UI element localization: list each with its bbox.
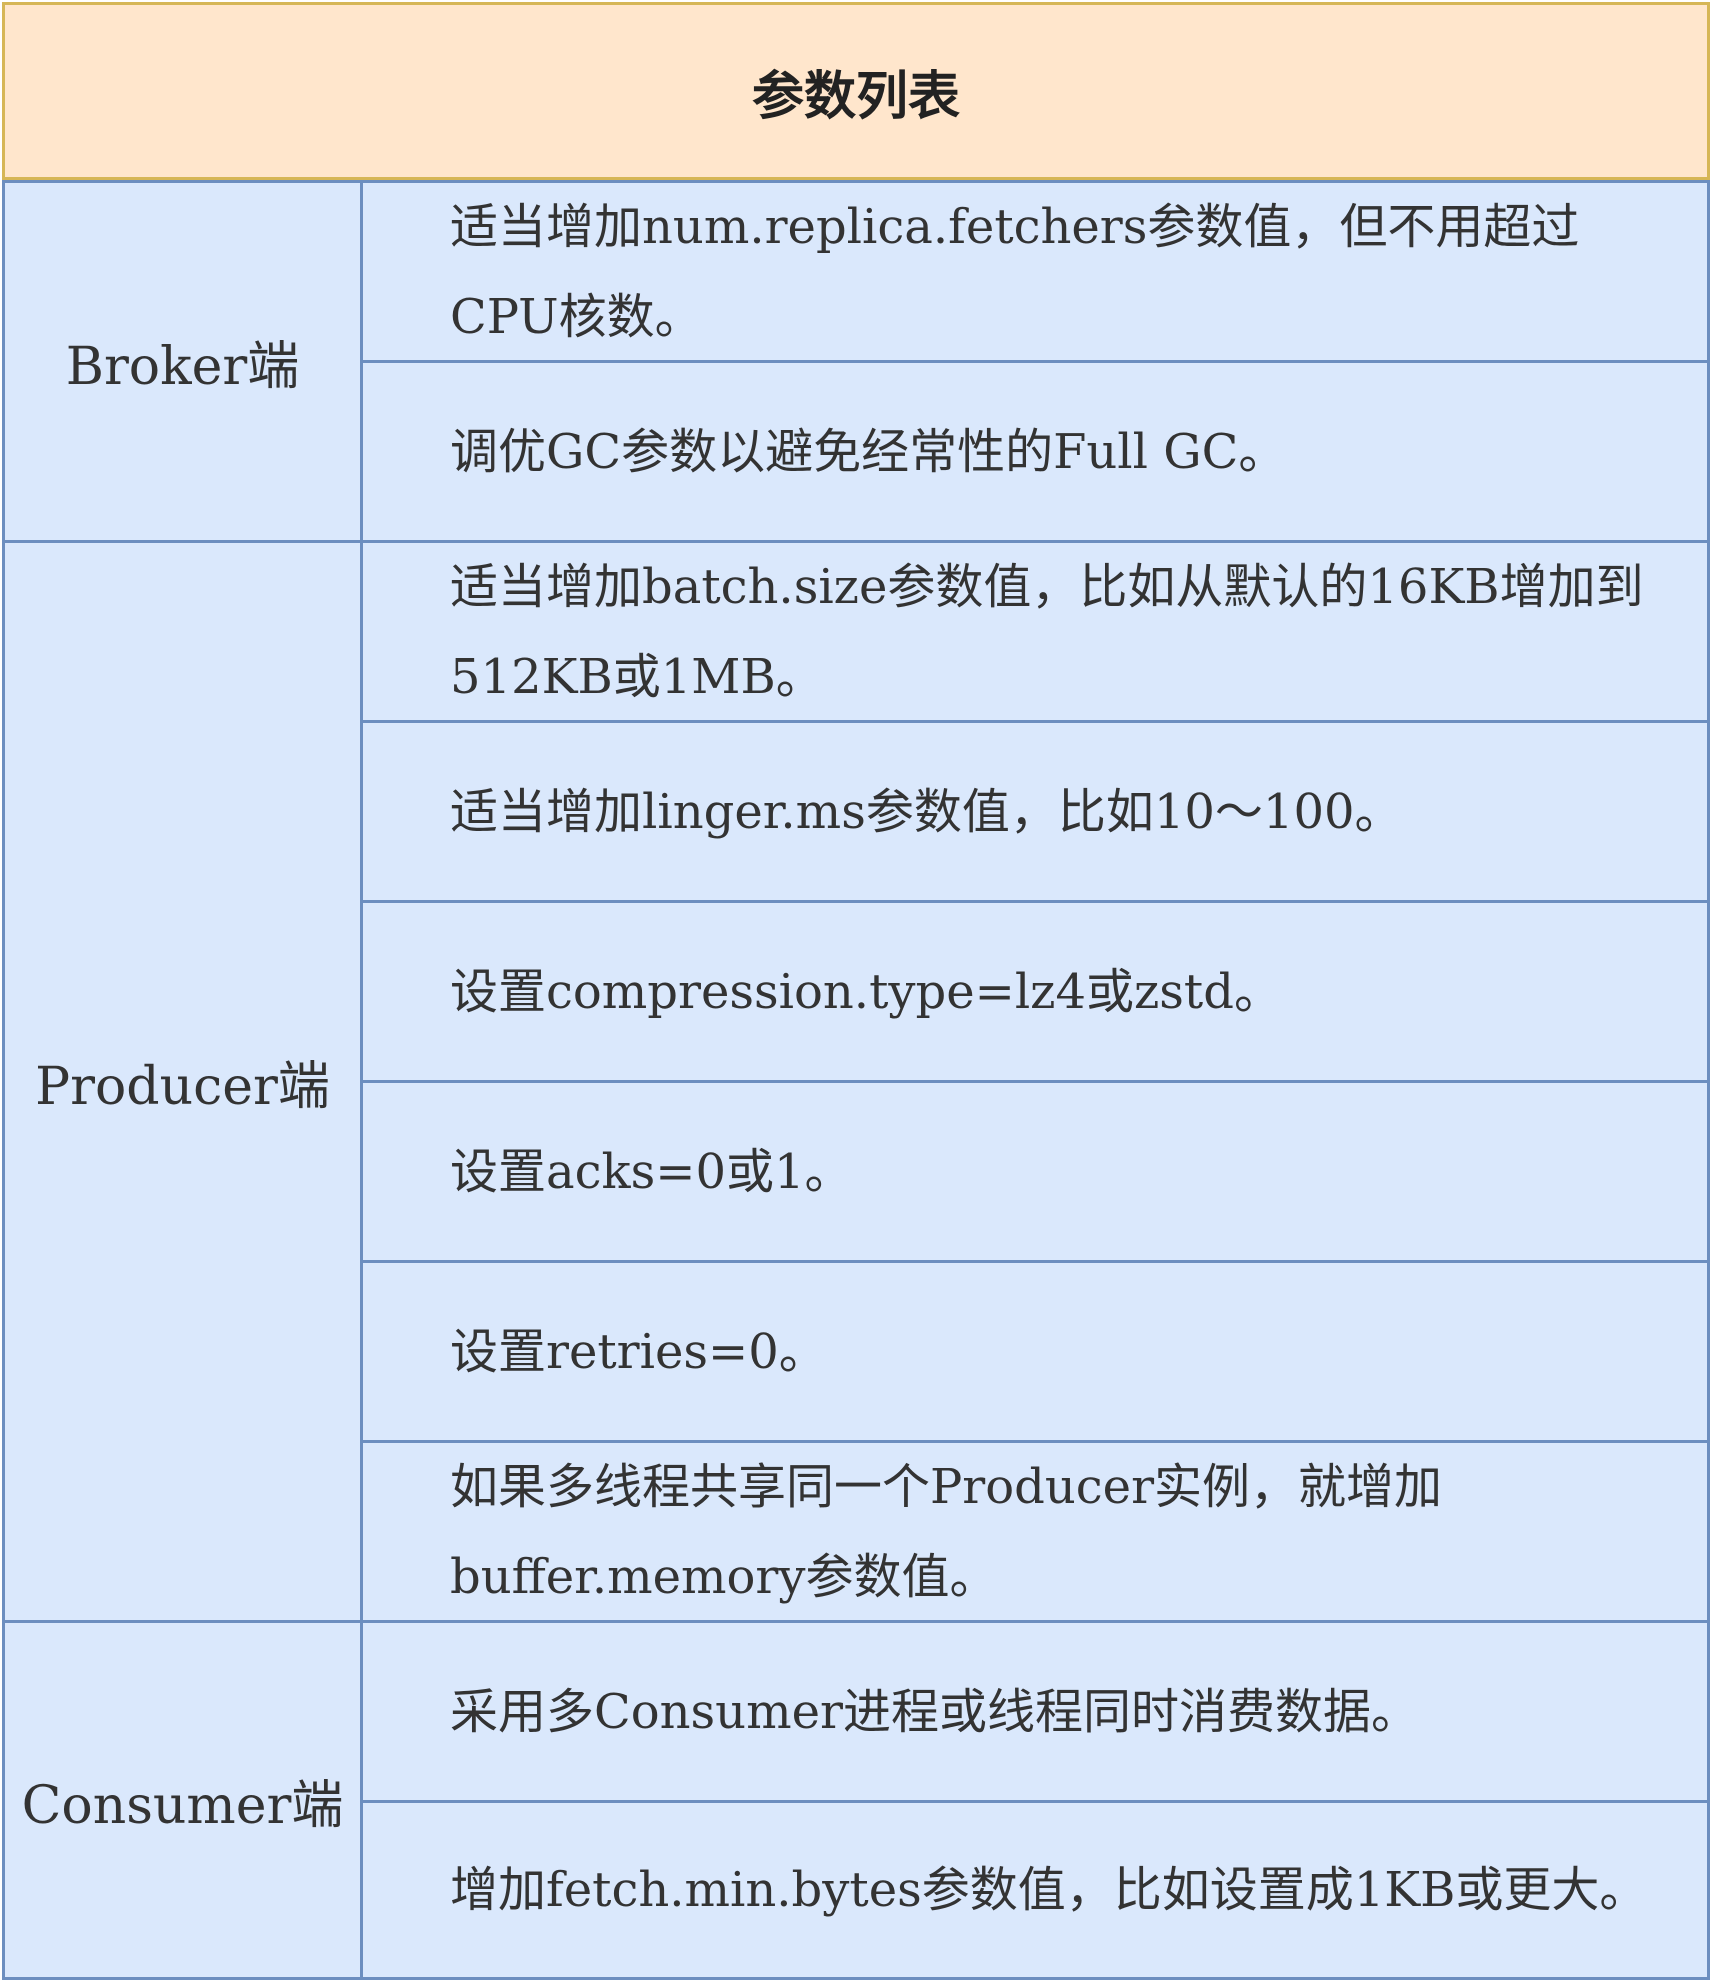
group-label-consumer: Consumer端 bbox=[2, 1620, 363, 1980]
group-label-producer: Producer端 bbox=[2, 540, 363, 1623]
list-item: 适当增加num.replica.fetchers参数值，但不用超过CPU核数。 bbox=[360, 180, 1710, 363]
list-item: 适当增加batch.size参数值，比如从默认的16KB增加到512KB或1MB… bbox=[360, 540, 1710, 723]
item-text: 适当增加batch.size参数值，比如从默认的16KB增加到512KB或1MB… bbox=[450, 558, 1644, 705]
item-text: 调优GC参数以避免经常性的Full GC。 bbox=[450, 423, 1287, 480]
list-item: 增加fetch.min.bytes参数值，比如设置成1KB或更大。 bbox=[360, 1800, 1710, 1980]
item-text: 设置retries=0。 bbox=[450, 1323, 827, 1380]
item-text: 适当增加num.replica.fetchers参数值，但不用超过CPU核数。 bbox=[450, 198, 1580, 345]
item-text: 设置acks=0或1。 bbox=[450, 1143, 853, 1200]
list-item: 设置retries=0。 bbox=[360, 1260, 1710, 1443]
table-title: 参数列表 bbox=[2, 2, 1710, 180]
list-item: 调优GC参数以避免经常性的Full GC。 bbox=[360, 360, 1710, 543]
list-item: 适当增加linger.ms参数值，比如10～100。 bbox=[360, 720, 1710, 903]
item-text: 如果多线程共享同一个Producer实例，就增加buffer.memory参数值… bbox=[450, 1458, 1443, 1605]
list-item: 设置compression.type=lz4或zstd。 bbox=[360, 900, 1710, 1083]
group-label-broker: Broker端 bbox=[2, 180, 363, 543]
item-text: 设置compression.type=lz4或zstd。 bbox=[450, 963, 1282, 1020]
item-text: 适当增加linger.ms参数值，比如10～100。 bbox=[450, 783, 1403, 840]
list-item: 采用多Consumer进程或线程同时消费数据。 bbox=[360, 1620, 1710, 1803]
list-item: 如果多线程共享同一个Producer实例，就增加buffer.memory参数值… bbox=[360, 1440, 1710, 1623]
item-text: 采用多Consumer进程或线程同时消费数据。 bbox=[450, 1683, 1419, 1740]
item-text: 增加fetch.min.bytes参数值，比如设置成1KB或更大。 bbox=[450, 1862, 1648, 1918]
list-item: 设置acks=0或1。 bbox=[360, 1080, 1710, 1263]
parameter-table: 参数列表 Broker端 适当增加num.replica.fetchers参数值… bbox=[2, 2, 1710, 1980]
